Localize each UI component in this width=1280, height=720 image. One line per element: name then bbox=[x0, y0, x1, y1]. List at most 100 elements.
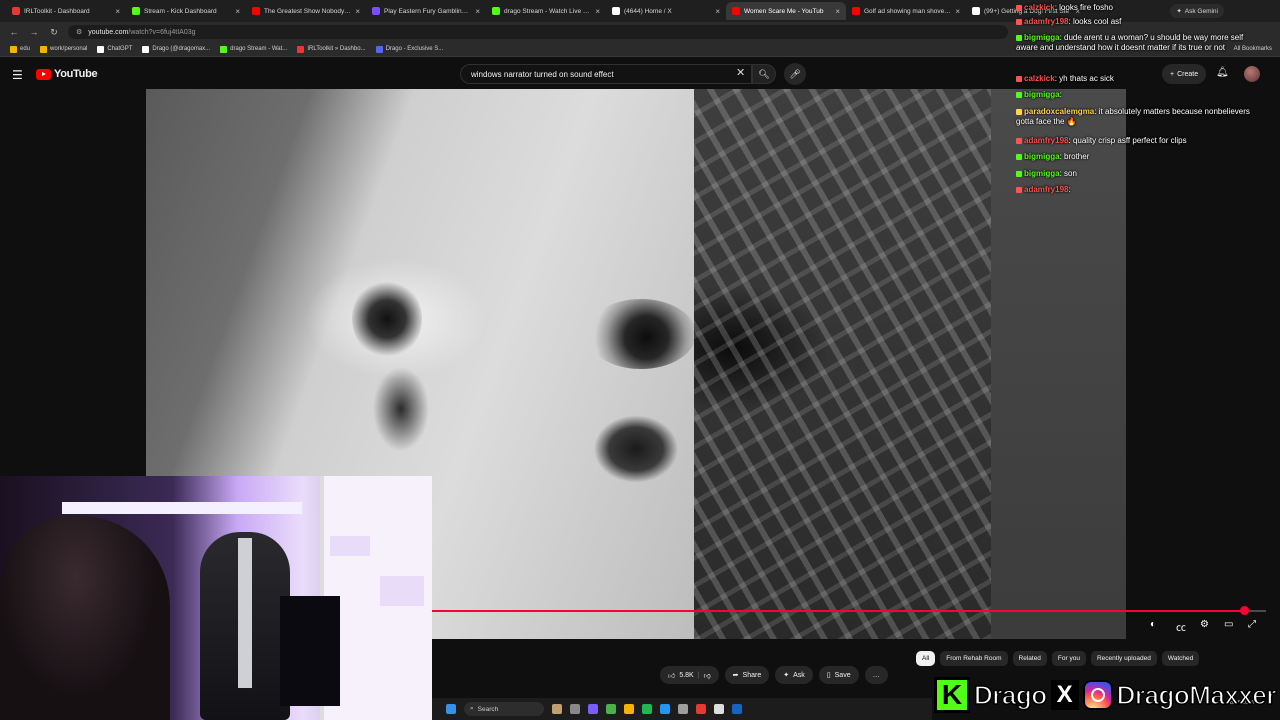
taskbar-search-label: Search bbox=[477, 705, 499, 713]
like-button[interactable]: 👍︎ 5.8K | 👎︎ bbox=[660, 666, 719, 684]
filter-chip[interactable]: For you bbox=[1051, 651, 1086, 666]
browser-tab[interactable]: Golf ad showing man shove wi × bbox=[846, 2, 966, 20]
search-input[interactable]: windows narrator turned on sound effect bbox=[460, 64, 752, 84]
chat-badge-icon bbox=[1016, 34, 1022, 41]
discord-icon[interactable] bbox=[588, 704, 598, 714]
app-icon[interactable] bbox=[660, 704, 670, 714]
bookmark-item[interactable]: work/personal bbox=[40, 45, 87, 53]
close-tab-icon[interactable]: × bbox=[235, 7, 240, 16]
obs-icon[interactable] bbox=[696, 704, 706, 714]
app-icon[interactable] bbox=[678, 704, 688, 714]
chat-badge-icon bbox=[1016, 75, 1022, 82]
browser-tab[interactable]: Women Scare Me - YouTub × bbox=[726, 2, 846, 20]
tab-title: Play Eastern Fury Gambling Ga bbox=[384, 7, 472, 15]
voice-search-button[interactable]: 🎤︎ bbox=[784, 63, 806, 85]
save-button[interactable]: ▯ Save bbox=[818, 666, 859, 684]
search-icon: 🔍︎ bbox=[758, 68, 770, 79]
bookmark-icon bbox=[375, 45, 383, 53]
chat-message: bigmigga: brother bbox=[1016, 152, 1262, 162]
close-tab-icon[interactable]: × bbox=[715, 7, 720, 16]
close-tab-icon[interactable]: × bbox=[955, 7, 960, 16]
filter-chip[interactable]: From Rehab Room bbox=[940, 651, 1008, 666]
youtube-logo[interactable]: YouTube bbox=[36, 68, 98, 80]
related-filter-chips: All From Rehab Room Related For you Recently… bbox=[916, 651, 1200, 666]
microphone-icon: 🎤︎ bbox=[789, 68, 801, 79]
bookmark-icon bbox=[40, 45, 48, 53]
browser-tab[interactable]: drago Stream - Watch Live on K × bbox=[486, 2, 606, 20]
back-icon[interactable]: ← bbox=[8, 27, 20, 37]
search-button[interactable]: 🔍︎ bbox=[752, 64, 776, 84]
notion-icon[interactable] bbox=[714, 704, 724, 714]
reload-icon[interactable]: ↻ bbox=[48, 27, 60, 38]
menu-icon[interactable]: ☰ bbox=[12, 68, 23, 82]
chat-text: yh thats ac sick bbox=[1059, 74, 1114, 83]
filter-chip[interactable]: Related bbox=[1012, 651, 1047, 666]
webcam-monitor bbox=[280, 596, 340, 706]
close-tab-icon[interactable]: × bbox=[835, 7, 840, 16]
bookmark-item[interactable]: ChatGPT bbox=[97, 45, 132, 53]
site-info-icon[interactable]: ⚙ bbox=[76, 28, 82, 36]
bookmark-icon bbox=[220, 45, 228, 53]
like-count: 5.8K bbox=[679, 671, 694, 679]
chat-badge-icon bbox=[1016, 4, 1022, 11]
bookmark-item[interactable]: Drago - Exclusive S... bbox=[375, 45, 443, 53]
chat-badge-icon bbox=[1016, 91, 1022, 98]
settings-icon[interactable]: ⚙ bbox=[1200, 619, 1209, 630]
widgets-icon[interactable] bbox=[552, 704, 562, 714]
autoplay-toggle-icon[interactable]: ◐ bbox=[1150, 619, 1156, 630]
bookmark-item[interactable]: edu bbox=[10, 45, 30, 53]
ask-button[interactable]: ✦ Ask bbox=[775, 666, 813, 684]
browser-tab[interactable]: The Greatest Show Nobody Is W × bbox=[246, 2, 366, 20]
filter-chip[interactable]: All bbox=[916, 651, 936, 666]
close-tab-icon[interactable]: × bbox=[355, 7, 360, 16]
forward-icon[interactable]: → bbox=[28, 27, 40, 37]
chat-text: son bbox=[1064, 169, 1077, 178]
tab-favicon-icon bbox=[732, 7, 740, 15]
webcam-gaming-chair bbox=[200, 532, 290, 720]
chat-username: bigmigga bbox=[1024, 169, 1060, 178]
spotify-icon[interactable] bbox=[642, 704, 652, 714]
subtitles-icon[interactable]: ㏄ bbox=[1176, 619, 1186, 634]
chat-text: brother bbox=[1064, 152, 1090, 161]
filter-chip[interactable]: Watched bbox=[1161, 651, 1200, 666]
windows-start-icon[interactable] bbox=[446, 704, 456, 714]
fullscreen-icon[interactable]: ⤢ bbox=[1248, 619, 1256, 630]
bookmark-icon bbox=[142, 45, 150, 53]
progress-scrubber[interactable] bbox=[1239, 606, 1249, 615]
browser-tab[interactable]: Play Eastern Fury Gambling Ga × bbox=[366, 2, 486, 20]
chat-username: adamfry198 bbox=[1024, 136, 1069, 145]
clear-search-icon[interactable]: ✕ bbox=[736, 66, 745, 79]
tab-favicon-icon bbox=[852, 7, 860, 15]
close-tab-icon[interactable]: × bbox=[115, 7, 120, 16]
bookmark-item[interactable]: IRLToolkit » Dashbo... bbox=[297, 45, 366, 53]
share-button[interactable]: ➦ Share bbox=[724, 666, 770, 684]
close-tab-icon[interactable]: × bbox=[475, 7, 480, 16]
chat-badge-icon bbox=[1016, 170, 1022, 177]
bookmark-item[interactable]: drago Stream - Wat... bbox=[220, 45, 287, 53]
chat-message: adamfry198: bbox=[1016, 185, 1262, 195]
chat-badge-icon bbox=[1016, 153, 1022, 160]
more-actions-button[interactable]: … bbox=[864, 666, 888, 684]
file-explorer-icon[interactable] bbox=[624, 704, 634, 714]
chat-message: calzkick: looks fire fosho bbox=[1016, 3, 1262, 13]
thumbs-down-icon[interactable]: 👎︎ bbox=[704, 671, 711, 680]
chat-message: bigmigga: bbox=[1016, 90, 1262, 100]
tab-title: The Greatest Show Nobody Is W bbox=[264, 7, 352, 15]
more-icon: … bbox=[872, 671, 880, 679]
browser-tab[interactable]: Stream - Kick Dashboard × bbox=[126, 2, 246, 20]
task-view-icon[interactable] bbox=[570, 704, 580, 714]
taskbar-search[interactable]: ⌕ Search bbox=[464, 702, 544, 716]
chat-message: paradoxcalemgma: it absolutely matters b… bbox=[1016, 107, 1262, 126]
browser-tab[interactable]: (4644) Home / X × bbox=[606, 2, 726, 20]
webcam-shelf-box bbox=[380, 576, 424, 606]
filter-chip[interactable]: Recently uploaded bbox=[1090, 651, 1157, 666]
bookmark-item[interactable]: Drago (@dragomax... bbox=[142, 45, 210, 53]
chrome-icon[interactable] bbox=[606, 704, 616, 714]
close-tab-icon[interactable]: × bbox=[595, 7, 600, 16]
browser-tab[interactable]: IRLToolkit - Dashboard × bbox=[6, 2, 126, 20]
webcam-streamer bbox=[0, 516, 170, 720]
app-icon[interactable] bbox=[732, 704, 742, 714]
theater-mode-icon[interactable]: ▭ bbox=[1224, 619, 1233, 630]
url-bar[interactable]: ⚙ youtube.com/watch?v=6fuj4tIA03g bbox=[68, 25, 1008, 39]
bookmark-icon bbox=[297, 45, 305, 53]
